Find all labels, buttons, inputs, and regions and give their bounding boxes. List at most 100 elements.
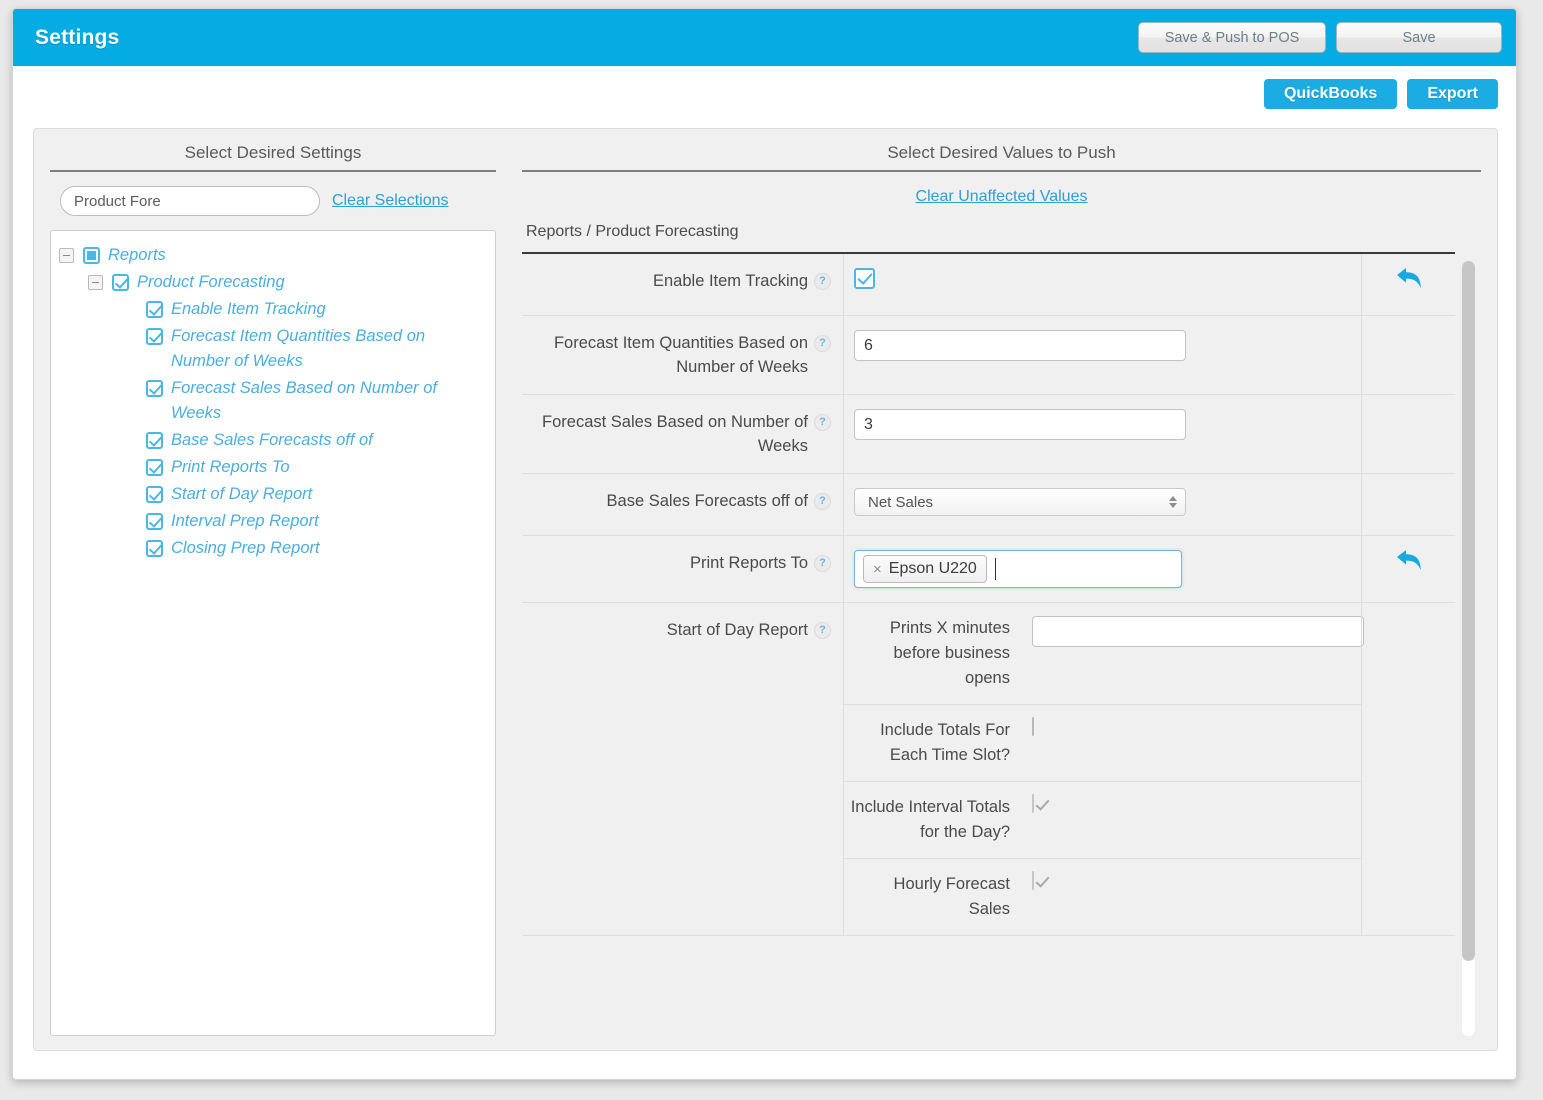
subrow-control bbox=[1022, 705, 1361, 781]
values-table: Enable Item Tracking ? Forecast Item Qua… bbox=[522, 252, 1455, 936]
subrow-label: Hourly Forecast Sales bbox=[893, 875, 1010, 918]
values-to-push-heading: Select Desired Values to Push bbox=[522, 143, 1481, 172]
help-icon[interactable]: ? bbox=[814, 273, 831, 290]
row-label-text: Forecast Sales Based on Number of Weeks bbox=[542, 413, 808, 455]
tree-checkbox[interactable] bbox=[146, 459, 163, 476]
tree-node-label[interactable]: Print Reports To bbox=[171, 455, 290, 480]
help-icon[interactable]: ? bbox=[814, 493, 831, 510]
undo-icon[interactable] bbox=[1394, 266, 1424, 292]
tree-node-label[interactable]: Closing Prep Report bbox=[171, 536, 320, 561]
clear-unaffected-values-link[interactable]: Clear Unaffected Values bbox=[916, 188, 1088, 205]
print-reports-to-tag-input[interactable]: × Epson U220 bbox=[854, 550, 1182, 588]
settings-search-input[interactable] bbox=[60, 186, 320, 216]
tree-node-print-reports-to[interactable]: Print Reports To bbox=[59, 455, 487, 480]
row-undo-cell bbox=[1361, 316, 1455, 394]
tree-node-enable-item-tracking[interactable]: Enable Item Tracking bbox=[59, 297, 487, 322]
quickbooks-button[interactable]: QuickBooks bbox=[1263, 79, 1398, 109]
scrollbar-thumb[interactable] bbox=[1461, 261, 1475, 961]
breadcrumb: Reports / Product Forecasting bbox=[526, 223, 739, 240]
row-forecast-sales: Forecast Sales Based on Number of Weeks … bbox=[522, 395, 1455, 474]
clear-unaffected-row: Clear Unaffected Values bbox=[522, 188, 1481, 206]
tree-node-label[interactable]: Base Sales Forecasts off of bbox=[171, 428, 373, 453]
row-print-reports-to: Print Reports To ? × Epson U220 bbox=[522, 536, 1455, 603]
include-totals-each-time-slot-checkbox[interactable] bbox=[1032, 717, 1034, 736]
settings-content-panel: Select Desired Settings Clear Selections… bbox=[33, 128, 1498, 1051]
tree-node-start-of-day-report[interactable]: Start of Day Report bbox=[59, 482, 487, 507]
row-label: Forecast Sales Based on Number of Weeks … bbox=[522, 395, 844, 473]
row-control: Net Sales bbox=[844, 474, 1361, 535]
row-label: Base Sales Forecasts off of ? bbox=[522, 474, 844, 535]
tree-node-label[interactable]: Reports bbox=[108, 243, 166, 268]
tree-checkbox[interactable] bbox=[146, 540, 163, 557]
row-control bbox=[844, 254, 1361, 315]
values-scrollbar[interactable] bbox=[1455, 223, 1481, 1036]
collapse-icon[interactable] bbox=[59, 248, 74, 263]
row-label: Print Reports To ? bbox=[522, 536, 844, 602]
clear-selections-link[interactable]: Clear Selections bbox=[332, 192, 449, 210]
tree-node-forecast-sales[interactable]: Forecast Sales Based on Number of Weeks bbox=[59, 376, 487, 426]
desired-settings-heading: Select Desired Settings bbox=[50, 143, 496, 172]
undo-icon[interactable] bbox=[1394, 548, 1424, 574]
save-and-push-to-pos-button[interactable]: Save & Push to POS bbox=[1138, 22, 1326, 53]
base-sales-forecasts-selected-value: Net Sales bbox=[868, 493, 934, 511]
row-undo-cell bbox=[1361, 254, 1455, 315]
values-to-push-column: Select Desired Values to Push Clear Unaf… bbox=[510, 129, 1497, 1050]
enable-item-tracking-checkbox[interactable] bbox=[854, 268, 875, 289]
forecast-sales-input[interactable] bbox=[854, 409, 1186, 440]
collapse-icon[interactable] bbox=[88, 275, 103, 290]
row-label-text: Forecast Item Quantities Based on Number… bbox=[553, 334, 808, 376]
stepper-arrows-icon[interactable] bbox=[1169, 496, 1177, 508]
tree-node-label[interactable]: Interval Prep Report bbox=[171, 509, 319, 534]
base-sales-forecasts-select[interactable]: Net Sales bbox=[854, 488, 1186, 516]
tree-node-product-forecasting[interactable]: Product Forecasting bbox=[59, 270, 487, 295]
tree-checkbox[interactable] bbox=[146, 513, 163, 530]
prints-x-minutes-input[interactable] bbox=[1032, 616, 1364, 647]
tree-checkbox[interactable] bbox=[146, 432, 163, 449]
row-label-text: Base Sales Forecasts off of bbox=[606, 492, 808, 510]
help-icon[interactable]: ? bbox=[814, 335, 831, 352]
tree-node-label[interactable]: Product Forecasting bbox=[137, 270, 285, 295]
tree-checkbox[interactable] bbox=[146, 380, 163, 397]
forecast-item-quantities-input[interactable] bbox=[854, 330, 1186, 361]
row-undo-cell bbox=[1361, 395, 1455, 473]
row-control: × Epson U220 bbox=[844, 536, 1361, 602]
tree-node-forecast-item-quantities[interactable]: Forecast Item Quantities Based on Number… bbox=[59, 324, 487, 374]
row-label-text: Enable Item Tracking bbox=[653, 272, 808, 290]
tree-checkbox[interactable] bbox=[112, 274, 129, 291]
tree-node-interval-prep-report[interactable]: Interval Prep Report bbox=[59, 509, 487, 534]
settings-search-row: Clear Selections bbox=[50, 186, 496, 216]
tree-node-closing-prep-report[interactable]: Closing Prep Report bbox=[59, 536, 487, 561]
tree-node-label[interactable]: Forecast Sales Based on Number of Weeks bbox=[171, 376, 487, 426]
help-icon[interactable]: ? bbox=[814, 414, 831, 431]
tree-node-label[interactable]: Forecast Item Quantities Based on Number… bbox=[171, 324, 487, 374]
help-icon[interactable]: ? bbox=[814, 622, 831, 639]
tree-node-label[interactable]: Enable Item Tracking bbox=[171, 297, 326, 322]
tree-node-label[interactable]: Start of Day Report bbox=[171, 482, 312, 507]
tree-checkbox[interactable] bbox=[146, 328, 163, 345]
row-control bbox=[844, 316, 1361, 394]
help-icon[interactable]: ? bbox=[814, 555, 831, 572]
tree-node-reports[interactable]: Reports bbox=[59, 243, 487, 268]
tag-chip[interactable]: × Epson U220 bbox=[863, 555, 987, 583]
secondary-action-bar: QuickBooks Export bbox=[13, 66, 1516, 122]
row-label-text: Print Reports To bbox=[690, 554, 808, 572]
save-button[interactable]: Save bbox=[1336, 22, 1502, 53]
row-label: Forecast Item Quantities Based on Number… bbox=[522, 316, 844, 394]
values-scroll-region: Reports / Product Forecasting Enable Ite… bbox=[522, 223, 1455, 1036]
tree-checkbox[interactable] bbox=[146, 486, 163, 503]
scrollbar-track[interactable] bbox=[1461, 261, 1475, 1036]
tree-checkbox-partial[interactable] bbox=[83, 247, 100, 264]
settings-tree[interactable]: Reports Product Forecasting Enable Item … bbox=[50, 230, 496, 1036]
row-control bbox=[844, 395, 1361, 473]
tree-checkbox[interactable] bbox=[146, 301, 163, 318]
row-start-of-day-report: Start of Day Report ? Prints X minutes b… bbox=[522, 603, 1455, 936]
row-undo-cell bbox=[1361, 603, 1455, 935]
subrow-control bbox=[1022, 603, 1374, 704]
page-title: Settings bbox=[35, 25, 120, 49]
tree-node-base-sales-forecasts[interactable]: Base Sales Forecasts off of bbox=[59, 428, 487, 453]
settings-window: Settings Save & Push to POS Save QuickBo… bbox=[12, 8, 1517, 1080]
row-forecast-item-quantities: Forecast Item Quantities Based on Number… bbox=[522, 316, 1455, 395]
tag-remove-icon[interactable]: × bbox=[873, 561, 882, 578]
export-button[interactable]: Export bbox=[1407, 79, 1498, 109]
subrow-label: Include Interval Totals for the Day? bbox=[850, 798, 1010, 841]
